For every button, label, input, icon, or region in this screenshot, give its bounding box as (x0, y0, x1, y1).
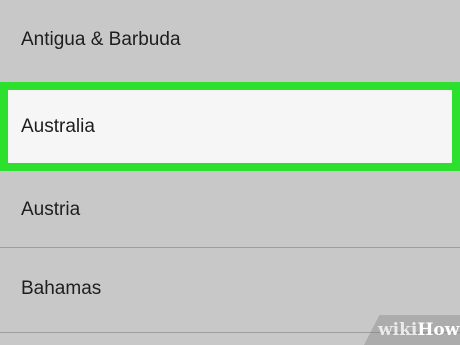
country-label: Austria (21, 199, 81, 220)
country-item-australia[interactable]: Australia (0, 82, 460, 171)
country-list: Antigua & Barbuda Australia Austria Baha… (0, 0, 460, 345)
country-item-austria[interactable]: Austria (0, 171, 460, 247)
watermark-suffix: How (417, 320, 460, 340)
country-label: Bahamas (21, 278, 102, 299)
wikihow-watermark: wiki How (364, 315, 460, 345)
country-item-antigua-barbuda[interactable]: Antigua & Barbuda (0, 0, 460, 82)
country-label: Antigua & Barbuda (21, 29, 181, 50)
country-label: Australia (21, 115, 95, 137)
watermark-prefix: wiki (378, 320, 418, 340)
